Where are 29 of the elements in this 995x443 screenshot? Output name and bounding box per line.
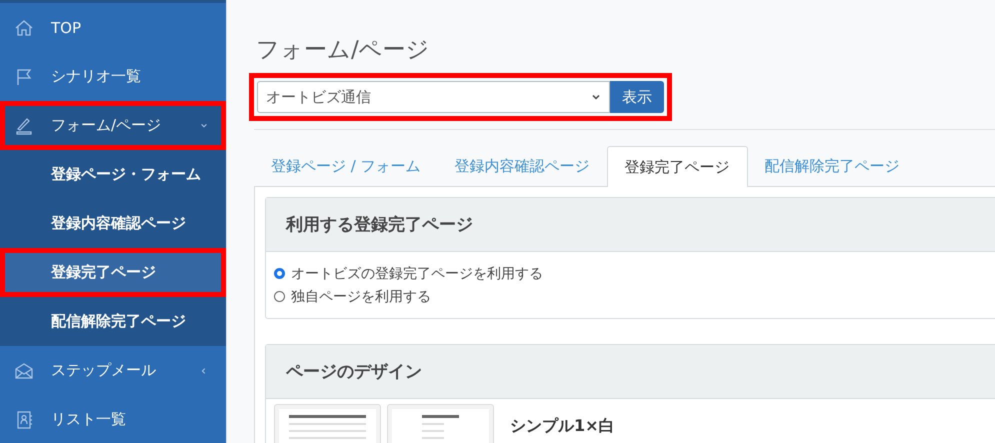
- radio-button[interactable]: [274, 268, 285, 279]
- nav-item[interactable]: ステップメール: [0, 346, 226, 395]
- tab[interactable]: 登録完了ページ: [606, 146, 748, 187]
- pen-icon: [14, 116, 34, 136]
- show-button[interactable]: 表示: [610, 81, 664, 113]
- tab[interactable]: 登録内容確認ページ: [438, 146, 607, 186]
- nav-subitem[interactable]: 配信解除完了ページ: [0, 297, 226, 346]
- nav-item[interactable]: TOP: [0, 3, 226, 52]
- radio-button[interactable]: [274, 291, 285, 302]
- chevron-left-icon: [200, 366, 208, 374]
- nav-item[interactable]: リスト一覧: [0, 395, 226, 443]
- caret-icon: [591, 92, 601, 102]
- nav-subitem[interactable]: 登録内容確認ページ: [0, 199, 226, 248]
- nav-subitem[interactable]: 登録完了ページ: [0, 248, 226, 297]
- tab[interactable]: 配信解除完了ページ: [748, 146, 917, 186]
- nav-item[interactable]: フォーム/ページ: [0, 101, 226, 150]
- tab[interactable]: 登録ページ / フォーム: [254, 146, 438, 186]
- home-icon: [14, 18, 34, 38]
- page-title: フォーム/ページ: [256, 36, 431, 65]
- radio-label: 独自ページを利用する: [291, 288, 431, 306]
- nav-item[interactable]: シナリオ一覧: [0, 52, 226, 101]
- chevron-down-icon: [200, 122, 208, 130]
- nav-subitem[interactable]: 登録ページ・フォーム: [0, 150, 226, 199]
- envelope-icon: [14, 360, 34, 380]
- panel-title: ページのデザイン: [266, 345, 995, 399]
- radio-label: オートビズの登録完了ページを利用する: [291, 264, 543, 282]
- design-name: シンプル1×白: [510, 416, 615, 437]
- panel-title: 利用する登録完了ページ: [266, 198, 995, 252]
- list-select[interactable]: オートビズ通信: [257, 81, 610, 113]
